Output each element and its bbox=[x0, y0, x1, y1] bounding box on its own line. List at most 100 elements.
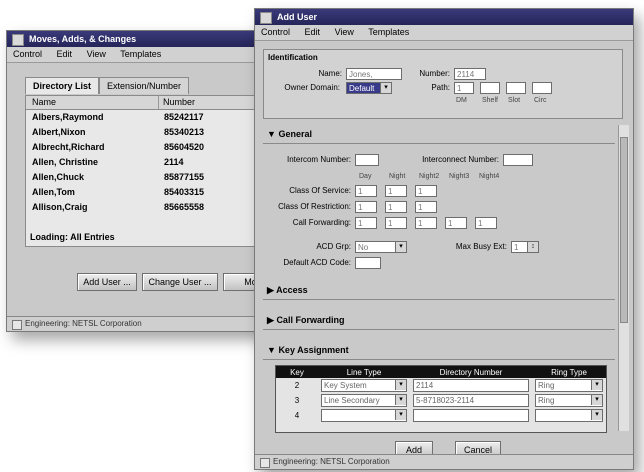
path-field[interactable]: 1 bbox=[454, 82, 474, 94]
call-forwarding-field[interactable]: 1 bbox=[445, 217, 467, 229]
class-of-service-field[interactable]: 1 bbox=[385, 185, 407, 197]
access-section-header[interactable]: ▶ Access bbox=[263, 281, 615, 300]
menu-templates[interactable]: Templates bbox=[368, 27, 409, 37]
change-user-button[interactable]: Change User ... bbox=[142, 273, 218, 291]
number-field[interactable]: 2114 bbox=[454, 68, 486, 80]
ring-type-select[interactable]: ▾ bbox=[535, 409, 603, 422]
call-forwarding-field[interactable]: 1 bbox=[355, 217, 377, 229]
max-busy-label: Max Busy Ext: bbox=[455, 242, 507, 251]
chevron-down-icon[interactable]: ▾ bbox=[395, 380, 406, 390]
table-row[interactable]: Allen, Christine 2114 bbox=[26, 155, 266, 170]
table-row[interactable]: Albert,Nixon 85340213 bbox=[26, 125, 266, 140]
chevron-down-icon[interactable]: ▾ bbox=[395, 242, 406, 252]
tab-directory-list[interactable]: Directory List bbox=[25, 77, 100, 94]
row-number: 85403315 bbox=[164, 187, 205, 197]
list-header: Name Number bbox=[26, 96, 266, 110]
spinner-arrows-icon[interactable]: ↕ bbox=[527, 242, 538, 252]
interconnect-field[interactable] bbox=[503, 154, 533, 166]
class-of-restriction-field[interactable]: 1 bbox=[415, 201, 437, 213]
table-row[interactable]: 2 Key System ▾ 2114 Ring ▾ bbox=[276, 378, 606, 393]
chevron-down-icon[interactable]: ▾ bbox=[591, 395, 602, 405]
directory-number-field[interactable]: 5-8718023-2114 bbox=[413, 394, 529, 407]
period-column-header: Night3 bbox=[449, 173, 470, 180]
chevron-down-icon[interactable]: ▾ bbox=[591, 380, 602, 390]
table-row[interactable]: Allen,Tom 85403315 bbox=[26, 185, 266, 200]
window-title: Moves, Adds, & Changes bbox=[29, 34, 137, 44]
class-of-restriction-field[interactable]: 1 bbox=[355, 201, 377, 213]
table-row[interactable]: Allen,Chuck 85877155 bbox=[26, 170, 266, 185]
table-row[interactable]: Albrecht,Richard 85604520 bbox=[26, 140, 266, 155]
call-forwarding-section-header[interactable]: ▶ Call Forwarding bbox=[263, 311, 615, 330]
status-bar: Engineering: NETSL Corporation bbox=[7, 316, 283, 331]
directory-window-titlebar[interactable]: Moves, Adds, & Changes bbox=[7, 31, 283, 47]
row-name: Allen,Tom bbox=[32, 187, 75, 197]
directory-number-field[interactable]: 2114 bbox=[413, 379, 529, 392]
menu-view[interactable]: View bbox=[335, 27, 354, 37]
column-number-header[interactable]: Number bbox=[158, 96, 195, 109]
path-field[interactable] bbox=[480, 82, 500, 94]
class-of-service-field[interactable]: 1 bbox=[355, 185, 377, 197]
ring-type-select[interactable]: Ring ▾ bbox=[535, 394, 603, 407]
ring-type-select[interactable]: Ring ▾ bbox=[535, 379, 603, 392]
number-label: Number: bbox=[419, 69, 450, 78]
chevron-down-icon[interactable]: ▾ bbox=[591, 410, 602, 420]
key-assignment-header-text: Key Assignment bbox=[278, 345, 349, 355]
add-user-window: Add User Control Edit View Templates Ide… bbox=[254, 8, 634, 470]
call-forwarding-field[interactable]: 1 bbox=[385, 217, 407, 229]
column-name-header[interactable]: Name bbox=[32, 96, 56, 109]
call-forwarding-field[interactable]: 1 bbox=[475, 217, 497, 229]
class-of-service-field[interactable]: 1 bbox=[415, 185, 437, 197]
chevron-down-icon[interactable]: ▾ bbox=[380, 83, 391, 93]
form-scroll-area: ▼ General Intercom Number: Interconnect … bbox=[255, 121, 633, 439]
table-row[interactable]: Allison,Craig 85665558 bbox=[26, 200, 266, 215]
directory-number-column-header[interactable]: Directory Number bbox=[410, 366, 532, 378]
max-busy-spinner[interactable]: 1 ↕ bbox=[511, 241, 539, 253]
call-forwarding-field[interactable]: 1 bbox=[415, 217, 437, 229]
menu-edit[interactable]: Edit bbox=[57, 49, 73, 59]
general-section-header[interactable]: ▼ General bbox=[263, 125, 615, 144]
menu-templates[interactable]: Templates bbox=[120, 49, 161, 59]
status-bar: Engineering: NETSL Corporation bbox=[255, 454, 633, 469]
key-assignment-table: Key Line Type Directory Number Ring Type… bbox=[276, 366, 606, 423]
add-user-titlebar[interactable]: Add User bbox=[255, 9, 633, 25]
table-row[interactable]: Albers,Raymond 85242117 bbox=[26, 110, 266, 125]
table-row[interactable]: 3 Line Secondary ▾ 5-8718023-2114 Ring ▾ bbox=[276, 393, 606, 408]
chevron-down-icon[interactable]: ▾ bbox=[395, 410, 406, 420]
row-number: 2114 bbox=[164, 157, 184, 167]
intercom-field[interactable] bbox=[355, 154, 379, 166]
line-type-select[interactable]: Key System ▾ bbox=[321, 379, 407, 392]
row-name: Allen,Chuck bbox=[32, 172, 85, 182]
name-field[interactable]: Jones, Christine bbox=[346, 68, 402, 91]
directory-list-panel: Name Number Albers,Raymond 85242117 Albert… bbox=[25, 95, 267, 247]
line-type-column-header[interactable]: Line Type bbox=[318, 366, 410, 378]
line-type-select[interactable]: Line Secondary ▾ bbox=[321, 394, 407, 407]
owner-domain-select[interactable]: Default ▾ bbox=[346, 82, 392, 94]
add-user-button[interactable]: Add User ... bbox=[77, 273, 137, 291]
key-assignment-section-header[interactable]: ▼ Key Assignment bbox=[263, 341, 615, 360]
key-column-header[interactable]: Key bbox=[276, 366, 318, 378]
acd-group-select[interactable]: No ▾ bbox=[355, 241, 407, 253]
path-field[interactable] bbox=[506, 82, 526, 94]
cell-value: 5-8718023-2114 bbox=[416, 396, 475, 405]
key-table-header-row: Key Line Type Directory Number Ring Type bbox=[276, 366, 606, 378]
class-of-restriction-field[interactable]: 1 bbox=[385, 201, 407, 213]
default-acd-field[interactable] bbox=[355, 257, 381, 269]
scrollbar-thumb[interactable] bbox=[620, 137, 628, 323]
vertical-scrollbar[interactable] bbox=[618, 125, 629, 431]
menu-edit[interactable]: Edit bbox=[305, 27, 321, 37]
period-column-header: Night bbox=[389, 173, 406, 180]
path-field[interactable] bbox=[532, 82, 552, 94]
line-type-select-cell: ▾ bbox=[318, 408, 410, 423]
triangle-down-icon: ▼ bbox=[267, 345, 276, 355]
menu-view[interactable]: View bbox=[87, 49, 106, 59]
directory-number-field[interactable] bbox=[413, 409, 529, 422]
triangle-down-icon: ▼ bbox=[267, 129, 276, 139]
tab-extension-number[interactable]: Extension/Number bbox=[99, 77, 190, 94]
line-type-select[interactable]: ▾ bbox=[321, 409, 407, 422]
ring-type-column-header[interactable]: Ring Type bbox=[532, 366, 606, 378]
chevron-down-icon[interactable]: ▾ bbox=[395, 395, 406, 405]
cell-value: Key System bbox=[324, 381, 367, 390]
table-row[interactable]: 4 ▾ ▾ bbox=[276, 408, 606, 423]
menu-control[interactable]: Control bbox=[261, 27, 290, 37]
menu-control[interactable]: Control bbox=[13, 49, 42, 59]
